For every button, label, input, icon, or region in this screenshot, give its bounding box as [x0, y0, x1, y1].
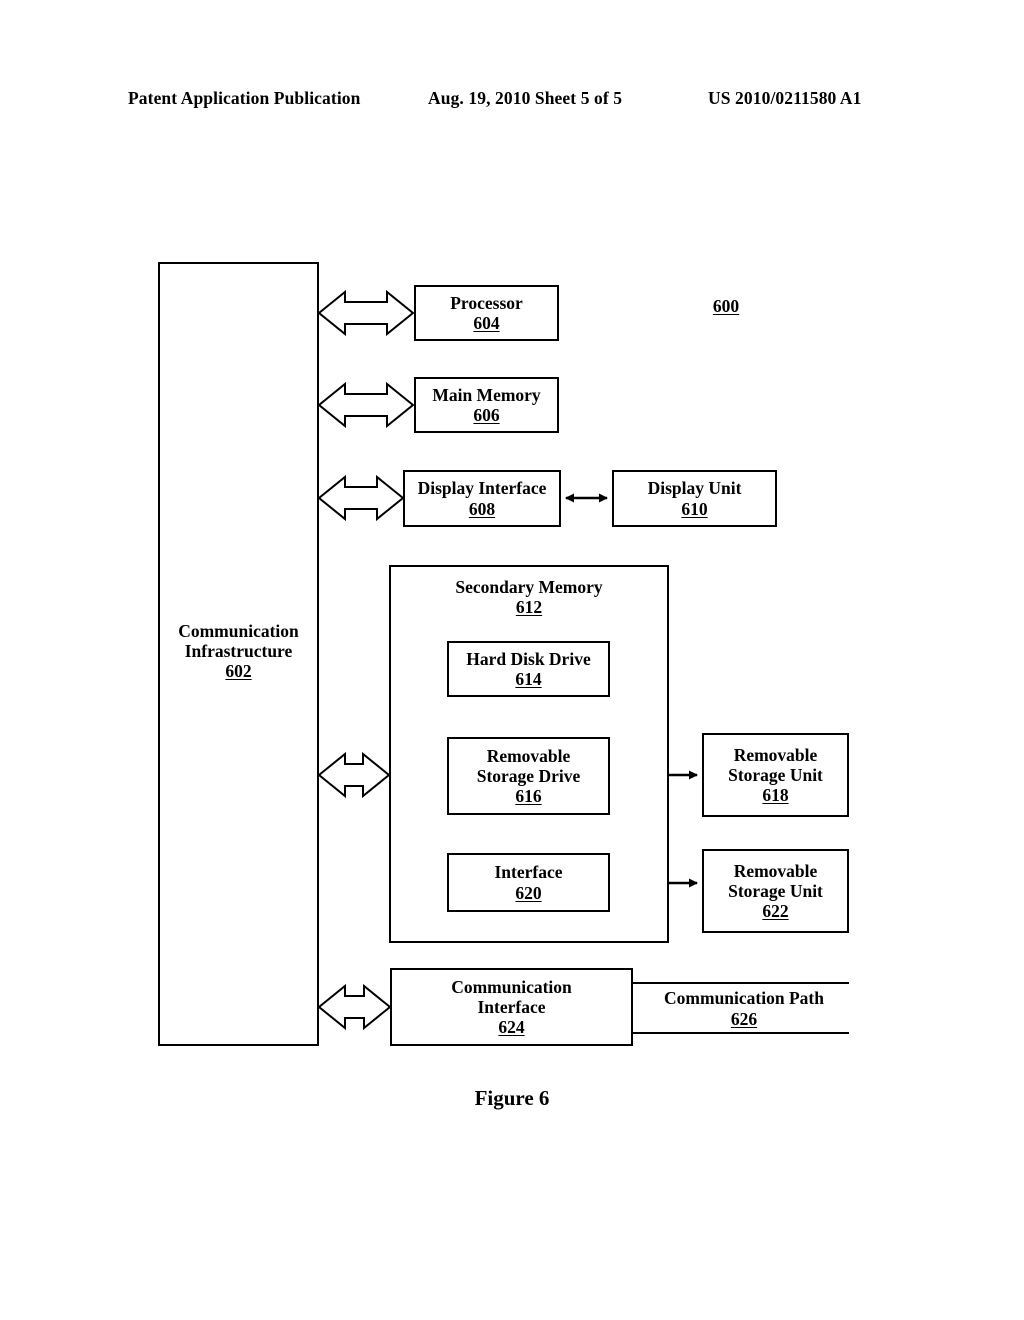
interface-620-label: Interface [494, 862, 563, 883]
block-interface-620[interactable]: Interface 620 [447, 853, 610, 912]
removable-storage-unit-618-line2: Storage Unit [728, 764, 823, 785]
removable-storage-drive-line2: Storage Drive [476, 765, 581, 786]
main-memory-label: Main Memory [432, 384, 541, 405]
figure-caption: Figure 6 [474, 1086, 550, 1110]
arrow-infrastructure-main-memory [317, 381, 415, 429]
processor-ref-number: 604 [473, 313, 500, 333]
system-ref-number-600: 600 [712, 296, 740, 316]
removable-storage-drive-line1: Removable [486, 745, 571, 766]
infrastructure-line2: Infrastructure [184, 640, 293, 661]
block-communication-interface[interactable]: Communication Interface 624 [390, 968, 633, 1046]
processor-label: Processor [450, 292, 523, 313]
removable-storage-drive-ref-number: 616 [515, 786, 542, 807]
hard-disk-drive-ref-number: 614 [515, 669, 542, 689]
arrow-infrastructure-secondary-memory [317, 751, 391, 799]
removable-storage-unit-622-line1: Removable [733, 860, 818, 881]
display-interface-ref-number: 608 [468, 498, 496, 519]
block-removable-storage-unit-622[interactable]: Removable Storage Unit 622 [702, 849, 849, 933]
block-processor[interactable]: Processor 604 [414, 285, 559, 341]
communication-path-label-group: Communication Path 626 [638, 988, 850, 1029]
infrastructure-line1: Communication [178, 620, 299, 641]
display-interface-label: Display Interface [417, 478, 547, 499]
block-hard-disk-drive[interactable]: Hard Disk Drive 614 [447, 641, 610, 697]
block-communication-infrastructure[interactable]: Communication Infrastructure 602 [158, 262, 319, 1046]
removable-storage-unit-618-ref-number: 618 [762, 785, 789, 806]
patent-figure-diagram: Communication Infrastructure 602 Process… [0, 0, 1024, 1320]
secondary-memory-label: Secondary Memory [455, 577, 603, 597]
secondary-memory-ref-number: 612 [515, 597, 543, 618]
block-display-unit[interactable]: Display Unit 610 [612, 470, 777, 527]
arrow-infrastructure-processor [317, 289, 415, 337]
arrow-infrastructure-communication-interface [317, 983, 392, 1031]
communication-path-bottom-line [633, 1032, 849, 1034]
communication-interface-line2: Interface [477, 996, 546, 1017]
block-display-interface[interactable]: Display Interface 608 [403, 470, 561, 527]
removable-storage-unit-618-line1: Removable [733, 744, 818, 765]
arrow-infrastructure-display-interface [317, 474, 405, 522]
block-removable-storage-drive[interactable]: Removable Storage Drive 616 [447, 737, 610, 815]
display-unit-ref-number: 610 [681, 498, 708, 519]
communication-path-ref-number: 626 [730, 1008, 758, 1029]
communication-interface-ref-number: 624 [498, 1017, 525, 1038]
hard-disk-drive-label: Hard Disk Drive [466, 648, 591, 669]
communication-path-label: Communication Path [664, 988, 824, 1008]
display-unit-label: Display Unit [647, 478, 742, 499]
communication-path-top-line [633, 982, 849, 984]
removable-storage-unit-622-line2: Storage Unit [728, 880, 823, 901]
block-main-memory[interactable]: Main Memory 606 [414, 377, 559, 433]
interface-620-ref-number: 620 [515, 882, 542, 903]
main-memory-ref-number: 606 [473, 405, 500, 425]
removable-storage-unit-622-ref-number: 622 [762, 901, 789, 922]
infrastructure-ref-number: 602 [225, 661, 252, 682]
block-removable-storage-unit-618[interactable]: Removable Storage Unit 618 [702, 733, 849, 817]
communication-interface-line1: Communication [451, 976, 572, 997]
